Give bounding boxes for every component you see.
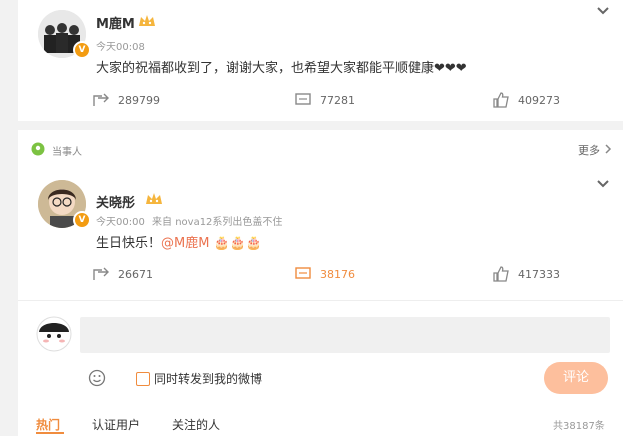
like-count: 417333 (518, 267, 560, 281)
comment-input[interactable] (80, 317, 610, 353)
comment-count: 77281 (320, 93, 355, 107)
post-time[interactable]: 今天00:08 (96, 38, 145, 53)
current-user-avatar (36, 316, 72, 352)
tab-verified-users[interactable]: 认证用户 (92, 416, 140, 433)
cake-emojis: 🎂🎂🎂 (213, 236, 263, 251)
verified-icon: V (73, 211, 91, 229)
post-card-1: V M鹿M 今天00:08 大家的祝福都收到了，谢谢大家，也希望大家都能平顺健康… (18, 0, 623, 121)
emoji-icon[interactable] (88, 369, 106, 387)
like-count: 409273 (518, 93, 560, 107)
tab-hot[interactable]: 热门 (36, 416, 60, 433)
like-button[interactable]: 409273 (492, 92, 560, 108)
source-text: 来自 nova12系列出色盖不住 (152, 217, 283, 228)
forward-checkbox[interactable] (136, 372, 150, 386)
more-link[interactable]: 更多 (578, 142, 600, 158)
active-tab-indicator (36, 432, 64, 434)
thumbs-up-icon (493, 266, 509, 282)
comment-count: 38176 (320, 267, 355, 281)
repost-count: 289799 (118, 93, 160, 107)
crown-icon (146, 193, 162, 204)
relation-tag: 当事人 (52, 147, 82, 158)
username[interactable]: M鹿M (96, 13, 135, 32)
post-text: 大家的祝福都收到了，谢谢大家，也希望大家都能平顺健康❤❤❤ (96, 61, 467, 76)
comment-button[interactable]: 77281 (294, 92, 355, 108)
location-pin-icon (31, 142, 45, 156)
repost-icon (93, 93, 109, 106)
post-text: 生日快乐！@M鹿M 🎂🎂🎂 (96, 232, 262, 251)
repost-button[interactable]: 289799 (92, 92, 160, 108)
like-button[interactable]: 417333 (492, 266, 560, 282)
time-text[interactable]: 今天00:00 (96, 217, 145, 228)
submit-comment-button[interactable]: 评论 (544, 362, 608, 394)
post-card-2: 当事人 更多 V 关晓彤 今天00:00 来自 nova12系列出色盖不住 生日… (18, 130, 623, 436)
forward-label: 同时转发到我的微博 (154, 372, 263, 386)
repost-count: 26671 (118, 267, 153, 281)
tab-following[interactable]: 关注的人 (172, 416, 220, 433)
post-time: 今天00:00 来自 nova12系列出色盖不住 (96, 213, 282, 228)
thumbs-up-icon (493, 92, 509, 108)
chevron-down-icon[interactable] (595, 178, 611, 190)
verified-icon: V (73, 41, 91, 59)
username[interactable]: 关晓彤 (96, 192, 135, 211)
comment-icon (295, 267, 311, 279)
repost-button[interactable]: 26671 (92, 266, 153, 282)
mention-link[interactable]: @M鹿M (161, 236, 209, 251)
comment-total: 共38187条 (553, 421, 605, 432)
comment-button[interactable]: 38176 (294, 266, 355, 282)
comment-icon (295, 93, 311, 105)
chevron-down-icon[interactable] (595, 5, 611, 17)
chevron-right-icon[interactable] (604, 144, 612, 154)
repost-icon (93, 267, 109, 280)
crown-icon (139, 15, 155, 26)
post-text-prefix: 生日快乐！ (96, 236, 162, 251)
divider (18, 300, 623, 301)
